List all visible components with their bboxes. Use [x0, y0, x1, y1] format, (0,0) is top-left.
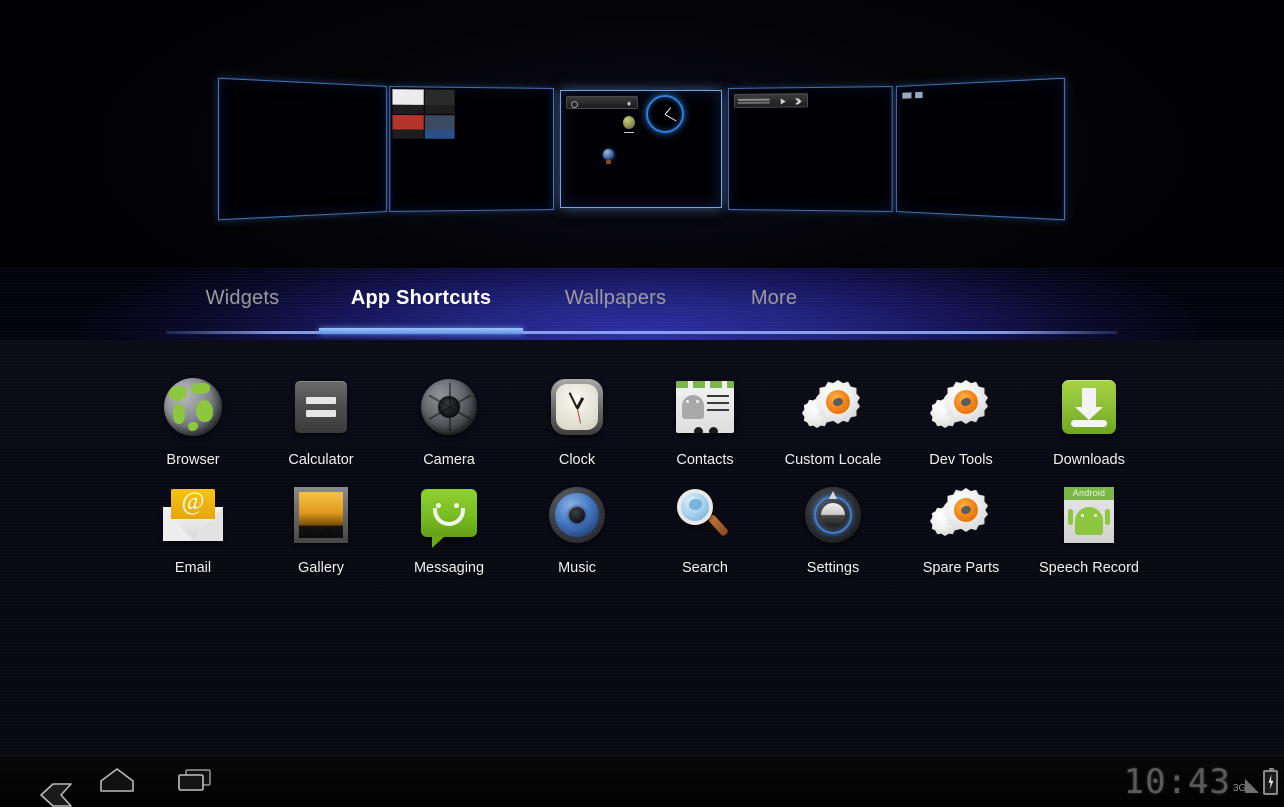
android-app-icon: Android — [1057, 483, 1121, 547]
app-label: Email — [174, 560, 212, 576]
app-label: Music — [558, 560, 596, 576]
status-clock: 10:43 — [1123, 762, 1231, 802]
tab-more[interactable]: More — [708, 268, 840, 328]
search-widget-preview — [566, 96, 638, 109]
workspace-panel-music[interactable] — [728, 86, 893, 212]
home-button[interactable] — [78, 756, 156, 807]
app-shortcut-calculator[interactable]: Calculator — [257, 371, 385, 479]
email-icon: @ — [161, 483, 225, 547]
app-label: Gallery — [298, 560, 344, 576]
customize-tab-bar: Widgets App Shortcuts Wallpapers More — [0, 268, 1284, 340]
app-label: Messaging — [413, 560, 485, 576]
app-shortcut-camera[interactable]: Camera — [385, 371, 513, 479]
app-label: Dev Tools — [929, 452, 993, 468]
globe-shortcut-preview — [623, 116, 635, 133]
signal-3g-icon: 3G — [1233, 769, 1259, 795]
system-bar: 10:43 3G — [0, 755, 1284, 807]
app-label: Contacts — [676, 452, 734, 468]
android-home-customize-screen: Widgets App Shortcuts Wallpapers More Br… — [0, 0, 1284, 807]
charging-bolt-icon — [1268, 774, 1274, 790]
app-label: Custom Locale — [784, 452, 882, 468]
app-shortcut-dev-tools[interactable]: Dev Tools — [897, 371, 1025, 479]
app-shortcut-downloads[interactable]: Downloads — [1025, 371, 1153, 479]
app-shortcut-speech-record[interactable]: Android Speech Record — [1025, 479, 1153, 587]
settings-icon — [801, 483, 865, 547]
recent-apps-icon — [177, 767, 213, 798]
download-icon — [1057, 375, 1121, 439]
app-shortcut-spare-parts[interactable]: Spare Parts — [897, 479, 1025, 587]
calculator-icon — [289, 375, 353, 439]
music-widget-preview — [733, 93, 809, 108]
clock-icon — [545, 375, 609, 439]
panel-speck — [902, 92, 912, 99]
next-track-icon — [795, 98, 802, 104]
bookmarks-grid-preview — [392, 89, 455, 139]
analog-clock-widget-preview — [646, 95, 684, 133]
contacts-icon — [673, 375, 737, 439]
app-label: Downloads — [1053, 452, 1125, 468]
workspace-panel-home-current[interactable] — [560, 90, 722, 208]
tab-active-indicator — [319, 328, 523, 334]
workspace-panel-bookmarks[interactable] — [389, 86, 554, 212]
app-shortcut-email[interactable]: @ Email — [129, 479, 257, 587]
workspace-panel-carousel — [0, 0, 1284, 268]
search-icon — [673, 483, 737, 547]
play-icon — [780, 98, 786, 105]
bookmark-thumb — [392, 114, 424, 139]
app-label: Calculator — [288, 452, 354, 468]
bookmark-thumb — [424, 114, 455, 139]
recents-button[interactable] — [156, 756, 234, 807]
home-icon — [98, 767, 136, 798]
app-shortcut-settings[interactable]: Settings — [769, 479, 897, 587]
camera-icon — [417, 375, 481, 439]
workspace-panel-empty-right[interactable] — [896, 77, 1066, 221]
app-label: Camera — [423, 452, 475, 468]
tab-wallpapers[interactable]: Wallpapers — [523, 268, 708, 328]
network-type-label: 3G — [1233, 783, 1247, 794]
app-row: Browser Calculator Camera Clock Contacts… — [129, 371, 1284, 479]
bookmark-thumb — [392, 89, 424, 114]
app-label: Speech Record — [1039, 560, 1139, 576]
app-label: Spare Parts — [922, 560, 1000, 576]
panel-speck — [915, 91, 923, 99]
app-shortcut-search[interactable]: Search — [641, 479, 769, 587]
gear-icon — [929, 375, 993, 439]
app-shortcut-contacts[interactable]: Contacts — [641, 371, 769, 479]
app-label: Clock — [558, 452, 596, 468]
app-shortcut-music[interactable]: Music — [513, 479, 641, 587]
browser-shortcut-preview — [603, 149, 614, 164]
browser-icon — [161, 375, 225, 439]
status-area[interactable]: 10:43 3G — [1124, 756, 1278, 807]
app-label: Settings — [806, 560, 860, 576]
app-shortcut-clock[interactable]: Clock — [513, 371, 641, 479]
gear-icon — [929, 483, 993, 547]
bookmark-thumb — [424, 89, 455, 114]
app-label: Search — [682, 560, 728, 576]
tab-underline-base — [166, 331, 1117, 334]
back-button[interactable] — [0, 756, 78, 807]
app-row: @ Email Gallery Messaging Music Search S… — [129, 479, 1284, 587]
android-caption: Android — [1064, 487, 1114, 500]
app-label: Browser — [166, 452, 220, 468]
message-icon — [417, 483, 481, 548]
workspace-panel-empty-left[interactable] — [217, 77, 387, 221]
app-shortcut-gallery[interactable]: Gallery — [257, 479, 385, 587]
gear-icon — [801, 375, 865, 439]
battery-charging-icon — [1263, 767, 1278, 795]
tab-widgets[interactable]: Widgets — [166, 268, 319, 328]
app-shortcut-custom-locale[interactable]: Custom Locale — [769, 371, 897, 479]
app-shortcut-messaging[interactable]: Messaging — [385, 479, 513, 587]
navigation-buttons — [0, 756, 234, 807]
tab-list: Widgets App Shortcuts Wallpapers More — [166, 268, 840, 328]
gallery-icon — [289, 483, 353, 547]
app-shortcut-grid: Browser Calculator Camera Clock Contacts… — [0, 340, 1284, 755]
music-icon — [545, 483, 609, 547]
tab-app-shortcuts[interactable]: App Shortcuts — [319, 268, 523, 328]
app-shortcut-browser[interactable]: Browser — [129, 371, 257, 479]
